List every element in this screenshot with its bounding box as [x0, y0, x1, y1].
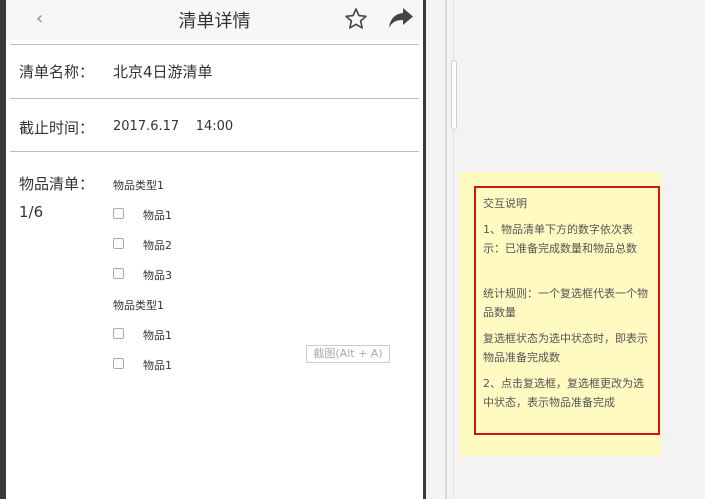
item-type-label: 物品类型1: [113, 179, 164, 192]
item-checkbox[interactable]: [113, 238, 124, 249]
note-paragraph: 复选框状态为选中状态时，即表示物品准备完成数: [483, 332, 648, 364]
deadline-value: 2017.6.17 14:00: [113, 119, 234, 134]
panel-divider: [445, 0, 447, 499]
item-type-label: 物品类型1: [113, 299, 164, 312]
item-checkbox[interactable]: [113, 208, 124, 219]
items-label: 物品清单：: [19, 175, 95, 193]
note-paragraph: 统计规则：一个复选框代表一个物品数量: [483, 287, 648, 319]
list-name-label: 清单名称：: [19, 63, 95, 81]
share-icon[interactable]: [388, 6, 414, 34]
star-icon[interactable]: [344, 7, 368, 35]
item-checkbox[interactable]: [113, 268, 124, 279]
item-label: 物品1: [143, 209, 172, 222]
item-label: 物品3: [143, 269, 172, 282]
divider: [10, 151, 419, 152]
nav-bar: ‹ 清单详情: [6, 0, 423, 40]
item-label: 物品2: [143, 239, 172, 252]
item-label: 物品1: [143, 329, 172, 342]
item-checkbox[interactable]: [113, 358, 124, 369]
note-paragraph: 2、点击复选框，复选框更改为选中状态，表示物品准备完成: [483, 377, 644, 409]
scrollbar-handle[interactable]: [451, 60, 457, 130]
note-paragraph: 1、物品清单下方的数字依次表示：已准备完成数量和物品总数: [483, 223, 637, 255]
phone-screen: ‹ 清单详情 清单名称： 北京4日游清单 截止时间： 2017.6.17 14:…: [0, 0, 426, 499]
list-name-value: 北京4日游清单: [113, 63, 213, 81]
item-label: 物品1: [143, 359, 172, 372]
item-checkbox[interactable]: [113, 328, 124, 339]
items-count: 1/6: [19, 203, 44, 221]
sticky-note-edge: [459, 452, 662, 460]
divider: [10, 98, 419, 99]
screenshot-hint-tooltip: 截图(Alt + A): [306, 345, 390, 363]
note-title: 交互说明: [483, 197, 527, 210]
divider: [10, 44, 419, 45]
deadline-label: 截止时间：: [19, 119, 95, 137]
